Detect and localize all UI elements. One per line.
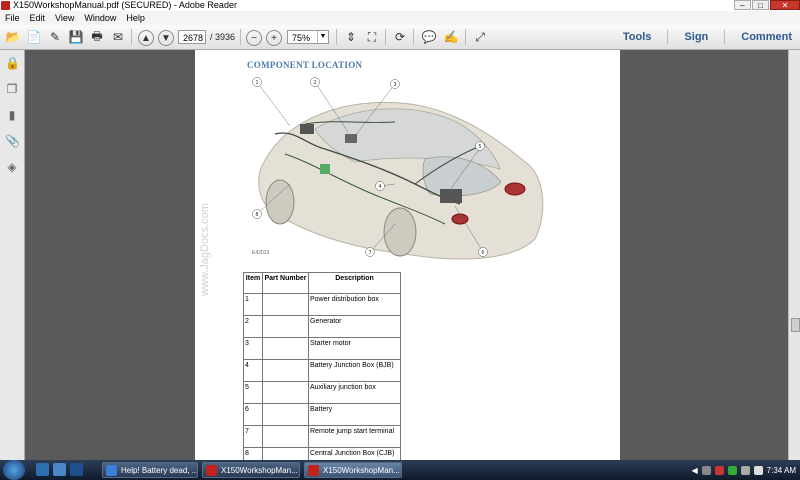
edit-icon[interactable]: ✎ [46, 28, 64, 46]
adobe-reader-icon [1, 1, 10, 10]
table-row: 1 Power distribution box [243, 293, 401, 316]
zoom-out-icon[interactable]: − [246, 30, 262, 46]
highlight-icon[interactable]: ✍ [442, 28, 460, 46]
full-screen-icon[interactable]: ⤢ [471, 28, 489, 46]
table-row: 2 Generator [243, 315, 401, 338]
bookmark-icon[interactable]: ▮ [5, 108, 19, 122]
system-tray: ◀ 7:34 AM [691, 460, 796, 480]
clock[interactable]: 7:34 AM [767, 466, 796, 475]
comment-button[interactable]: Comment [741, 31, 792, 43]
quicklaunch-icon[interactable] [53, 463, 66, 476]
toolbar: 📂 📄 ✎ 💾 🖶 ✉ ▲ ▼ 2678 / 3936 − + 75% ▼ ⇕ … [0, 25, 800, 50]
table-row: 4 Battery Junction Box (BJB) [243, 359, 401, 382]
callout-6: 6 [481, 250, 484, 256]
start-button[interactable] [3, 460, 25, 480]
lock-icon[interactable]: 🔒 [5, 56, 20, 70]
header-part-number: Part Number [262, 272, 309, 294]
menu-bar: File Edit View Window Help [0, 11, 800, 26]
figure-code: E42013 [252, 250, 270, 256]
taskbar-item-pdf-1[interactable]: X150WorkshopMan... [202, 462, 300, 478]
callout-3: 3 [393, 82, 396, 88]
quicklaunch-icon[interactable] [70, 463, 83, 476]
browser-icon [106, 465, 117, 476]
section-title: COMPONENT LOCATION [247, 60, 363, 70]
tray-expand-icon[interactable]: ◀ [691, 466, 697, 475]
tray-icon[interactable] [714, 465, 724, 475]
header-item: Item [243, 272, 263, 294]
callout-5: 5 [478, 144, 481, 150]
menu-view[interactable]: View [50, 11, 79, 25]
adobe-reader-icon [308, 465, 319, 476]
window-title: X150WorkshopManual.pdf (SECURED) - Adobe… [13, 0, 237, 10]
volume-icon[interactable] [753, 465, 763, 475]
header-description: Description [308, 272, 401, 294]
layers-icon[interactable]: ◈ [5, 160, 19, 174]
component-location-diagram: 1 2 3 4 5 6 7 8 [252, 77, 544, 260]
tray-icon[interactable] [727, 465, 737, 475]
tray-icon[interactable] [701, 465, 711, 475]
sticky-note-icon[interactable]: 💬 [420, 28, 438, 46]
sign-button[interactable]: Sign [684, 31, 708, 43]
close-button[interactable]: ✕ [770, 0, 800, 10]
watermark: www.JagDocs.com [199, 203, 211, 296]
callout-4: 4 [378, 184, 381, 190]
zoom-in-icon[interactable]: + [266, 30, 282, 46]
taskbar-item-browser[interactable]: Help! Battery dead, ... [102, 462, 198, 478]
maximize-button[interactable]: □ [752, 0, 769, 10]
menu-window[interactable]: Window [79, 11, 121, 25]
menu-file[interactable]: File [0, 11, 25, 25]
pages-icon[interactable]: ❐ [5, 82, 19, 96]
vertical-scrollbar[interactable] [788, 50, 800, 460]
adobe-reader-icon [206, 465, 217, 476]
print-icon[interactable]: 🖶 [88, 28, 106, 46]
next-page-icon[interactable]: ▼ [158, 30, 174, 46]
tools-button[interactable]: Tools [623, 31, 652, 43]
fit-width-icon[interactable]: ⛶ [363, 28, 381, 46]
open-icon[interactable]: 📂 [4, 28, 22, 46]
table-row: 7 Remote jump start terminal [243, 425, 401, 448]
show-desktop-icon[interactable] [36, 463, 49, 476]
menu-help[interactable]: Help [121, 11, 150, 25]
attachment-icon[interactable]: 📎 [5, 134, 20, 148]
callout-8: 8 [255, 212, 258, 218]
read-mode-icon[interactable]: ⟳ [391, 28, 409, 46]
component-table: Item Part Number Description 1 Power dist… [243, 272, 401, 470]
callout-1: 1 [255, 80, 258, 86]
battery-shape [440, 189, 462, 203]
zoom-value: 75% [292, 33, 311, 43]
page-total: / 3936 [210, 32, 236, 42]
navigation-panel: 🔒 ❐ ▮ 📎 ◈ [0, 50, 25, 460]
zoom-select[interactable]: 75% ▼ [287, 30, 329, 44]
email-icon[interactable]: ✉ [109, 28, 127, 46]
pdf-page: COMPONENT LOCATION www.JagDocs.com 1 2 3… [195, 50, 620, 470]
generator-shape [345, 134, 357, 143]
table-row: 6 Battery [243, 403, 401, 426]
create-pdf-icon[interactable]: 📄 [25, 28, 43, 46]
power-distribution-box-shape [300, 124, 314, 134]
taskbar-item-pdf-2[interactable]: X150WorkshopMan... [304, 462, 402, 478]
minimize-button[interactable]: – [734, 0, 751, 10]
table-row: 5 Auxiliary junction box [243, 381, 401, 404]
menu-edit[interactable]: Edit [25, 11, 51, 25]
network-icon[interactable] [740, 465, 750, 475]
page-number-input[interactable]: 2678 [178, 30, 206, 44]
table-row: 3 Starter motor [243, 337, 401, 360]
previous-page-icon[interactable]: ▲ [138, 30, 154, 46]
fit-page-icon[interactable]: ⇕ [342, 28, 360, 46]
callout-2: 2 [313, 80, 316, 86]
taskbar: Help! Battery dead, ... X150WorkshopMan.… [0, 460, 800, 480]
callout-7: 7 [368, 250, 371, 256]
chevron-down-icon: ▼ [317, 31, 328, 43]
scrollbar-thumb[interactable] [791, 318, 800, 332]
title-bar: X150WorkshopManual.pdf (SECURED) - Adobe… [0, 0, 800, 11]
save-icon[interactable]: 💾 [67, 28, 85, 46]
